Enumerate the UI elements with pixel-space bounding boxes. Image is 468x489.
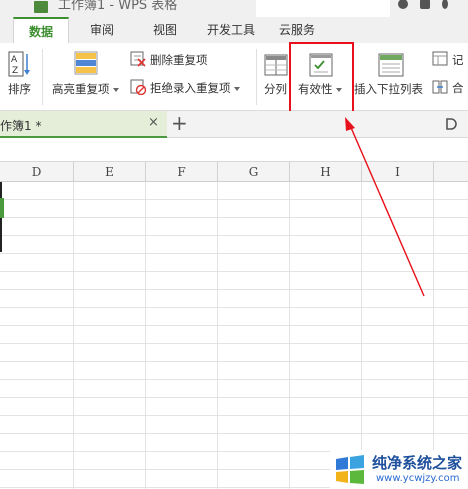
reject-duplicates-label: 拒绝录入重复项 (150, 80, 240, 96)
column-header-i[interactable]: I (362, 162, 434, 182)
watermark-url: www.ycwjzy.com (376, 473, 460, 484)
document-tab-bar: 作簿1 * × + (0, 111, 468, 138)
record-icon (432, 51, 448, 66)
split-columns-label: 分列 (264, 82, 287, 96)
grid-row-line (0, 199, 468, 200)
grid-row-line (0, 325, 468, 326)
close-tab-icon[interactable]: × (148, 115, 159, 130)
insert-dropdown-list-label: 插入下拉列表 (354, 82, 423, 96)
grid-row-line (0, 397, 468, 398)
tab-cloud-service[interactable]: 云服务 (273, 17, 321, 43)
collapse-ribbon-icon[interactable] (445, 118, 457, 130)
grid-row-line (0, 271, 468, 272)
tab-data[interactable]: 数据 (13, 17, 69, 43)
active-cell-marker (0, 198, 4, 218)
tab-view[interactable]: 视图 (143, 17, 187, 43)
split-columns-button[interactable]: 分列 (262, 45, 292, 101)
menu-tab-bar: 数据 审阅 视图 开发工具 云服务 (0, 17, 468, 43)
menu-icon[interactable] (442, 0, 448, 9)
grid-row-line (0, 415, 468, 416)
windows-logo-icon (336, 455, 364, 484)
tab-developer[interactable]: 开发工具 (201, 17, 261, 43)
sort-button[interactable]: A Z 排序 (4, 45, 36, 101)
merge-icon (432, 80, 448, 94)
tab-review[interactable]: 审阅 (80, 17, 124, 43)
grid-row-line (0, 235, 468, 236)
grid-row-line (0, 217, 468, 218)
ribbon-toolbar: A Z 排序 高亮重复项 删除重复项 拒绝录入重复项 分列 有效性 插入下拉列表… (0, 43, 468, 111)
insert-dropdown-list-button[interactable]: 插入下拉列表 (354, 45, 428, 101)
reject-duplicates-icon (130, 79, 146, 95)
wps-app-icon (34, 1, 48, 13)
svg-text:A: A (11, 55, 18, 65)
grid-row-line (0, 343, 468, 344)
grid-row-line (0, 289, 468, 290)
grid-column-line (73, 182, 74, 489)
grid-column-line (289, 182, 290, 489)
merge-label: 合 (452, 81, 464, 95)
insert-dropdown-list-icon (378, 53, 404, 77)
grid-row-line (0, 433, 468, 434)
grid-column-line (361, 182, 362, 489)
svg-text:Z: Z (12, 66, 18, 76)
grid-row-line (0, 379, 468, 380)
sort-az-icon: A Z (8, 51, 30, 77)
column-header-row: D E F G H I (0, 162, 468, 182)
delete-duplicates-label: 删除重复项 (150, 53, 208, 67)
delete-duplicates-icon (130, 51, 146, 67)
column-header-d[interactable]: D (0, 162, 74, 182)
merge-button[interactable]: 合 (432, 79, 468, 97)
site-watermark: 纯净系统之家 www.ycwjzy.com (330, 450, 468, 489)
validity-highlight-box (289, 42, 354, 115)
record-label: 记 (452, 53, 464, 67)
document-tab-label: 作簿1 * (0, 119, 42, 133)
column-header-f[interactable]: F (146, 162, 218, 182)
split-columns-icon (264, 54, 288, 76)
ribbon-separator (256, 49, 257, 105)
sort-label: 排序 (8, 82, 31, 96)
column-header-h[interactable]: H (290, 162, 362, 182)
formula-bar[interactable] (0, 138, 468, 162)
column-header-g[interactable]: G (218, 162, 290, 182)
grid-column-line (433, 182, 434, 489)
record-button[interactable]: 记 (432, 51, 468, 69)
delete-duplicates-button[interactable]: 删除重复项 (130, 51, 240, 69)
highlight-duplicates-icon (74, 51, 98, 75)
document-tab[interactable]: 作簿1 * × (0, 111, 167, 138)
highlight-duplicates-button[interactable]: 高亮重复项 (52, 45, 124, 101)
reject-duplicates-button[interactable]: 拒绝录入重复项 (130, 79, 250, 97)
grid-column-line (145, 182, 146, 489)
new-tab-button[interactable]: + (171, 112, 188, 134)
spreadsheet-grid[interactable] (0, 182, 468, 489)
help-icon[interactable] (398, 0, 408, 9)
watermark-text: 纯净系统之家 (372, 454, 463, 472)
skin-icon[interactable] (420, 0, 430, 9)
ribbon-separator (42, 49, 43, 105)
titlebar-blank-area (256, 0, 390, 17)
title-bar: 工作簿1 - WPS 表格 (0, 0, 468, 17)
grid-column-line (217, 182, 218, 489)
grid-row-line (0, 253, 468, 254)
column-header-e[interactable]: E (74, 162, 146, 182)
grid-row-line (0, 361, 468, 362)
grid-row-line (0, 307, 468, 308)
highlight-duplicates-label: 高亮重复项 (52, 81, 119, 97)
window-title: 工作簿1 - WPS 表格 (58, 0, 178, 13)
